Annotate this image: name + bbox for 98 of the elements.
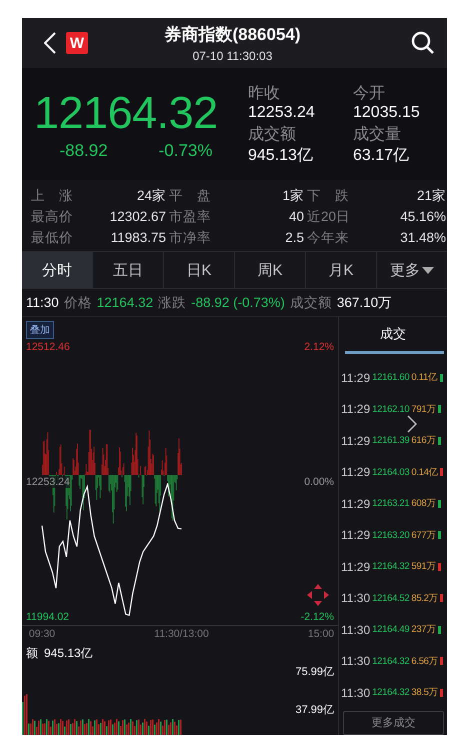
axis-label: 2.12%	[304, 341, 334, 353]
axis-label: 75.99亿	[295, 665, 334, 679]
axis-label: -2.12%	[300, 611, 334, 623]
time-label: 11:30/13:00	[154, 628, 209, 640]
volume-total: 945.13亿	[44, 645, 93, 662]
info-value: 367.10万	[336, 294, 392, 312]
info-label: 成交额	[290, 294, 332, 312]
current-price: 12164.32	[34, 87, 219, 139]
trade-price: 12163.20	[372, 530, 410, 541]
field-label: 今开	[353, 84, 386, 104]
more-trades-button[interactable]: 更多成交	[343, 710, 444, 734]
overlay-button[interactable]: 叠加	[26, 321, 54, 339]
info-time: 11:30	[26, 295, 59, 310]
chart-tab[interactable]: 月K	[306, 252, 377, 288]
percent-change: -0.73%	[158, 141, 212, 161]
volume-label: 额	[26, 645, 38, 662]
trade-price: 12162.10	[372, 404, 410, 415]
stat-label: 平 盘	[168, 187, 212, 205]
field-label: 昨收	[248, 84, 281, 104]
trade-time: 11:30	[341, 591, 370, 606]
search-icon[interactable]	[411, 31, 435, 55]
price-change: -88.92	[59, 141, 108, 161]
chart-tab[interactable]: 分时	[22, 252, 93, 288]
trade-volume: 38.5万	[411, 686, 438, 700]
stat-label: 市盈率	[168, 208, 212, 226]
stat-value: 45.16%	[399, 208, 446, 226]
field-value: 945.13亿	[248, 146, 314, 166]
field-value: 63.17亿	[353, 146, 410, 166]
chart-tab[interactable]: 日K	[164, 252, 235, 288]
trade-time: 11:29	[341, 402, 370, 416]
trade-price: 12164.32	[372, 656, 410, 667]
info-value: 12164.32	[96, 295, 154, 310]
trade-volume: 0.14亿	[411, 466, 438, 479]
trade-time: 11:30	[341, 686, 370, 700]
time-label: 15:00	[308, 628, 334, 640]
trade-time: 11:29	[341, 560, 370, 574]
field-value: 12035.15	[353, 104, 421, 122]
trade-time: 11:29	[341, 465, 370, 480]
stat-label: 市净率	[168, 229, 212, 247]
info-label: 涨跌	[158, 294, 186, 312]
stat-value: 31.48%	[399, 229, 446, 247]
axis-label: 11994.02	[26, 611, 70, 623]
index-title: 券商指数(886054)	[164, 24, 301, 46]
trade-price: 12164.32	[372, 687, 410, 698]
axis-label: 12512.46	[26, 341, 70, 353]
chart-tab[interactable]: 五日	[93, 252, 164, 288]
axis-label: 0.00%	[304, 476, 334, 488]
trades-title[interactable]: 成交	[380, 325, 406, 343]
field-value: 12253.24	[248, 104, 316, 122]
trade-time: 11:29	[341, 434, 370, 448]
trade-time: 11:30	[341, 654, 370, 668]
stat-value: 2.5	[284, 229, 304, 247]
stat-label: 上 涨	[30, 187, 74, 205]
trade-volume: 237万	[411, 623, 436, 636]
trade-price: 12164.52	[372, 592, 410, 604]
time-label: 09:30	[28, 628, 56, 640]
stat-value: 11983.75	[110, 229, 166, 247]
trade-volume: 616万	[411, 434, 436, 448]
trade-price: 12161.39	[372, 435, 410, 446]
trade-price: 12161.60	[372, 372, 410, 384]
trade-volume: 608万	[411, 497, 436, 510]
trade-price: 12163.21	[372, 498, 410, 510]
datetime: 07-10 11:30:03	[192, 49, 272, 63]
trade-time: 11:29	[341, 496, 370, 511]
trade-volume: 677万	[411, 528, 436, 542]
trade-volume: 591万	[411, 560, 436, 574]
axis-label: 12253.24	[26, 476, 70, 488]
app-logo: W	[66, 32, 88, 54]
stat-label: 近20日	[306, 208, 352, 226]
field-label: 成交量	[353, 124, 402, 144]
trade-volume: 85.2万	[411, 592, 438, 605]
chart-tab[interactable]: 周K	[235, 252, 306, 288]
move-icon[interactable]	[306, 583, 330, 607]
stat-label: 最低价	[30, 229, 74, 247]
trade-price: 12164.32	[372, 561, 410, 572]
chevron-right-icon[interactable]	[407, 415, 417, 433]
info-value: -88.92 (-0.73%)	[191, 295, 285, 310]
stat-value: 24家	[136, 187, 166, 205]
trade-price: 12164.03	[372, 466, 410, 478]
trade-time: 11:29	[341, 528, 370, 542]
stat-label: 今年来	[306, 229, 350, 247]
trade-time: 11:29	[341, 370, 370, 385]
stat-value: 12302.67	[108, 208, 166, 226]
trade-volume: 0.11亿	[411, 371, 438, 384]
trade-volume: 6.56万	[411, 654, 438, 668]
stat-value: 21家	[416, 187, 446, 205]
stat-label: 最高价	[30, 208, 74, 226]
info-label: 价格	[64, 294, 92, 312]
trade-time: 11:30	[341, 622, 370, 637]
stat-label: 下 跌	[306, 187, 350, 205]
field-label: 成交额	[248, 124, 297, 144]
trade-price: 12164.49	[372, 624, 410, 636]
stat-value: 40	[288, 208, 304, 226]
trade-volume: 791万	[411, 402, 436, 416]
axis-label: 37.99亿	[295, 703, 334, 717]
chart-tab[interactable]: 更多	[377, 252, 447, 288]
stat-value: 1家	[281, 187, 304, 205]
back-icon[interactable]	[44, 32, 56, 54]
